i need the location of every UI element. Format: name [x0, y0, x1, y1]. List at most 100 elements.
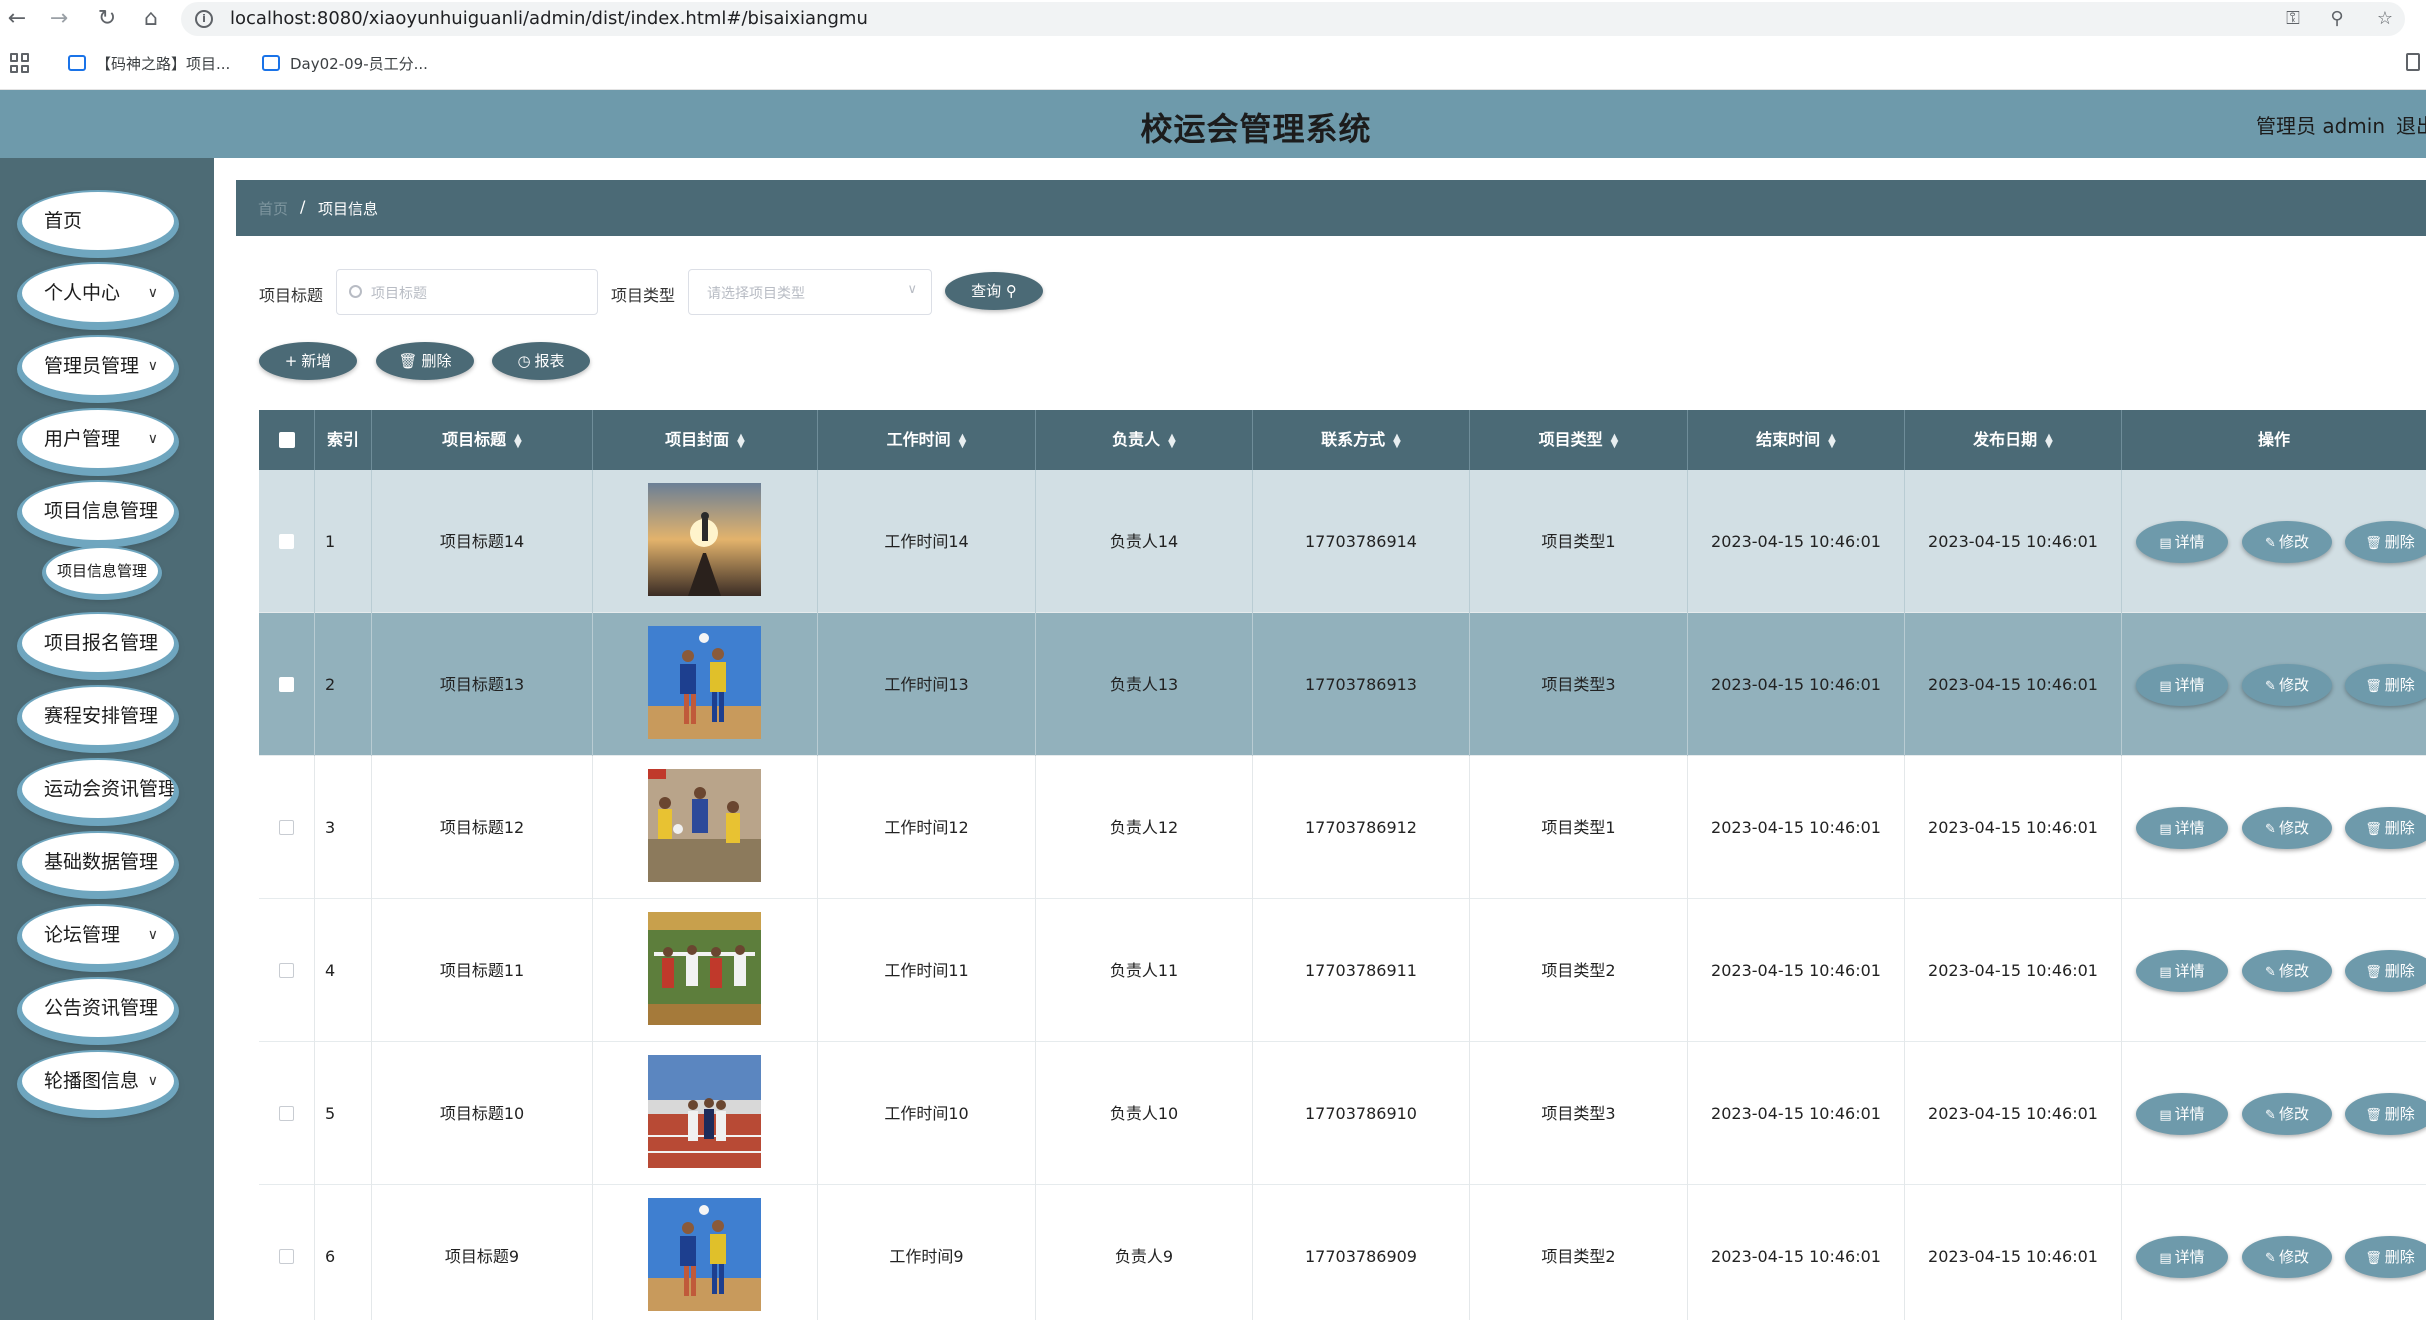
row-checkbox[interactable]: [279, 1249, 294, 1264]
detail-button[interactable]: ▤ 详情: [2136, 521, 2228, 563]
reload-icon[interactable]: ↻: [92, 4, 122, 34]
detail-button[interactable]: ▤ 详情: [2136, 1093, 2228, 1135]
sidebar-item-home[interactable]: 首页: [22, 192, 174, 250]
table-row[interactable]: 1 项目标题14 工作时间14 负责人14 17703786914 项目类型1 2023-0…: [259, 470, 2426, 613]
type-select[interactable]: 请选择项目类型 ∨: [688, 269, 932, 315]
project-cover-image[interactable]: [648, 483, 761, 596]
query-button[interactable]: 查询 ⚲: [945, 272, 1043, 310]
bookmark-folder-icon[interactable]: [2406, 53, 2420, 71]
bookmark-2[interactable]: Day02-09-员工分...: [262, 51, 428, 77]
sort-icon[interactable]: ▲ ▼: [514, 432, 522, 449]
back-icon[interactable]: ←: [2, 4, 32, 34]
sidebar-item-profile[interactable]: 个人中心 ∨: [22, 264, 174, 322]
edit-button[interactable]: ✎ 修改: [2242, 950, 2332, 992]
row-checkbox[interactable]: [279, 677, 294, 692]
delete-button[interactable]: 🗑 删除: [2345, 1093, 2426, 1135]
detail-button[interactable]: ▤ 详情: [2136, 1236, 2228, 1278]
delete-button[interactable]: 🗑 删除: [2345, 664, 2426, 706]
add-button[interactable]: + 新增: [259, 342, 357, 380]
column-title[interactable]: 项目标题 ▲ ▼: [372, 410, 593, 470]
trash-icon: 🗑: [2365, 1251, 2382, 1266]
table-row[interactable]: 5 项目标题10 工作时间10 负责人10 17703786910 项目类型3 2023-0…: [259, 1042, 2426, 1185]
cell-owner: 负责人13: [1036, 613, 1253, 756]
batch-delete-button[interactable]: 🗑 删除: [376, 342, 474, 380]
column-work-time[interactable]: 工作时间 ▲ ▼: [818, 410, 1036, 470]
bookmark-1[interactable]: 【码神之路】项目...: [68, 51, 230, 77]
apps-grid-icon[interactable]: [10, 53, 30, 73]
select-all-checkbox[interactable]: [279, 432, 295, 448]
sidebar-item-admins[interactable]: 管理员管理 ∨: [22, 337, 174, 395]
detail-button[interactable]: ▤ 详情: [2136, 807, 2228, 849]
sort-icon[interactable]: ▲ ▼: [1611, 432, 1619, 449]
row-checkbox[interactable]: [279, 1106, 294, 1121]
site-info-icon[interactable]: i: [195, 10, 213, 28]
pencil-icon: ✎: [2265, 1251, 2276, 1266]
column-phone[interactable]: 联系方式 ▲ ▼: [1253, 410, 1470, 470]
table-row[interactable]: 6 项目标题9 工作时间9 负责人9 17703786909 项目类型2 2023-04-1…: [259, 1185, 2426, 1320]
url-text[interactable]: localhost:8080/xiaoyunhuiguanli/admin/di…: [230, 8, 868, 29]
column-owner[interactable]: 负责人 ▲ ▼: [1036, 410, 1253, 470]
address-bar[interactable]: i localhost:8080/xiaoyunhuiguanli/admin/…: [181, 2, 2405, 36]
delete-button[interactable]: 🗑 删除: [2345, 950, 2426, 992]
password-key-icon[interactable]: ⚿: [2281, 7, 2305, 31]
cell-title: 项目标题12: [372, 756, 593, 899]
column-publish-date[interactable]: 发布日期 ▲ ▼: [1905, 410, 2122, 470]
detail-button-label: 详情: [2174, 962, 2205, 980]
project-cover-image[interactable]: [648, 626, 761, 739]
column-end-time[interactable]: 结束时间 ▲ ▼: [1688, 410, 1905, 470]
column-type[interactable]: 项目类型 ▲ ▼: [1470, 410, 1688, 470]
sidebar-item-announcements[interactable]: 公告资讯管理: [22, 979, 174, 1037]
sort-icon[interactable]: ▲ ▼: [1828, 432, 1836, 449]
sidebar-item-forum[interactable]: 论坛管理 ∨: [22, 906, 174, 964]
row-checkbox[interactable]: [279, 963, 294, 978]
edit-button[interactable]: ✎ 修改: [2242, 664, 2332, 706]
sidebar-item-project-info[interactable]: 项目信息管理: [22, 482, 174, 540]
table-row[interactable]: 4 项目标题11 工作时间11 负责人11 17703786911 项目类型2 2023-0…: [259, 899, 2426, 1042]
edit-button[interactable]: ✎ 修改: [2242, 1236, 2332, 1278]
project-cover-image[interactable]: [648, 912, 761, 1025]
sidebar-item-carousel[interactable]: 轮播图信息 ∨: [22, 1052, 174, 1110]
column-label: 索引: [326, 430, 359, 449]
sidebar-item-users[interactable]: 用户管理 ∨: [22, 410, 174, 468]
edit-button[interactable]: ✎ 修改: [2242, 1093, 2332, 1135]
delete-button[interactable]: 🗑 删除: [2345, 807, 2426, 849]
project-cover-image[interactable]: [648, 1198, 761, 1311]
delete-button[interactable]: 🗑 删除: [2345, 521, 2426, 563]
edit-button[interactable]: ✎ 修改: [2242, 807, 2332, 849]
title-search-placeholder: 项目标题: [371, 286, 427, 302]
title-search-input[interactable]: 项目标题: [336, 269, 598, 315]
table-row[interactable]: 3 项目标题12 工作时间12 负责人12 17703786912 项目类型1 2023-0…: [259, 756, 2426, 899]
sidebar-item-news[interactable]: 运动会资讯管理: [22, 760, 174, 818]
sidebar-subitem-project-info[interactable]: 项目信息管理: [46, 548, 158, 594]
trash-icon: 🗑: [2365, 965, 2382, 980]
report-button[interactable]: ◷ 报表: [492, 342, 590, 380]
table-row[interactable]: 2 项目标题13 工作时间13 负责人13 17703786913 项目类型3 2023-0…: [259, 613, 2426, 756]
project-cover-image[interactable]: [648, 1055, 761, 1168]
sort-icon[interactable]: ▲ ▼: [2045, 432, 2053, 449]
zoom-icon[interactable]: ⚲: [2325, 7, 2349, 31]
home-icon[interactable]: ⌂: [136, 4, 166, 34]
row-checkbox[interactable]: [279, 820, 294, 835]
sidebar-item-registration[interactable]: 项目报名管理: [22, 614, 174, 672]
detail-button[interactable]: ▤ 详情: [2136, 950, 2228, 992]
bookmark-star-icon[interactable]: ☆: [2373, 7, 2397, 31]
edit-button[interactable]: ✎ 修改: [2242, 521, 2332, 563]
sort-icon[interactable]: ▲ ▼: [737, 432, 745, 449]
cell-type: 项目类型2: [1470, 899, 1688, 1042]
delete-button[interactable]: 🗑 删除: [2345, 1236, 2426, 1278]
row-checkbox[interactable]: [279, 534, 294, 549]
cell-type: 项目类型1: [1470, 470, 1688, 613]
detail-button[interactable]: ▤ 详情: [2136, 664, 2228, 706]
sort-icon[interactable]: ▲ ▼: [959, 432, 967, 449]
project-cover-image[interactable]: [648, 769, 761, 882]
bookmark-2-label: Day02-09-员工分...: [290, 55, 428, 73]
cell-checkbox: [259, 613, 315, 756]
sort-icon[interactable]: ▲ ▼: [1168, 432, 1176, 449]
logout-link[interactable]: 退出: [2396, 110, 2426, 139]
sidebar-item-base-data[interactable]: 基础数据管理: [22, 833, 174, 891]
sort-icon[interactable]: ▲ ▼: [1393, 432, 1401, 449]
column-cover[interactable]: 项目封面 ▲ ▼: [593, 410, 818, 470]
forward-icon[interactable]: →: [44, 4, 74, 34]
breadcrumb-home[interactable]: 首页: [258, 198, 288, 219]
sidebar-item-schedule[interactable]: 赛程安排管理: [22, 687, 174, 745]
